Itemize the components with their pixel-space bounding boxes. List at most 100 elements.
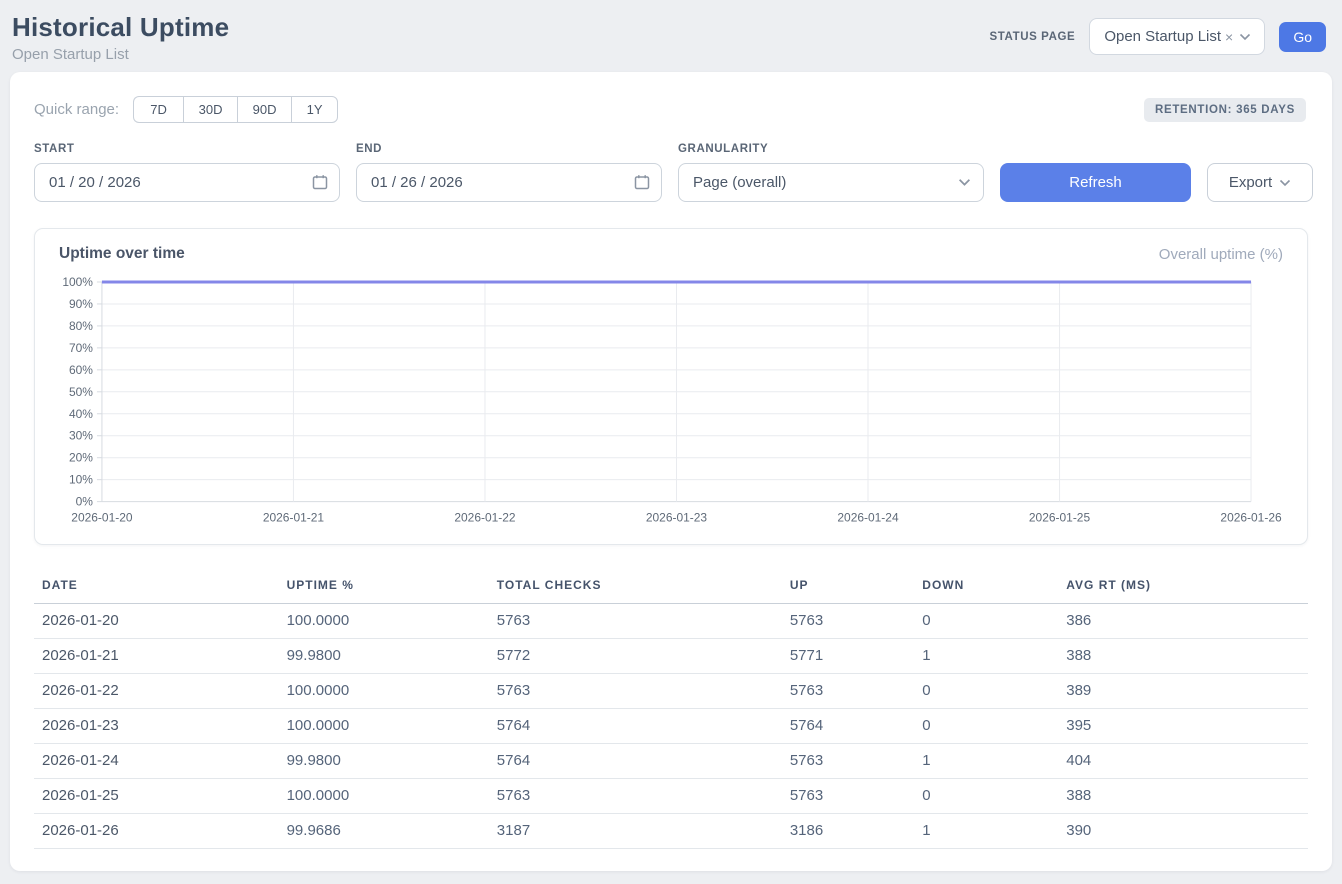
start-date-label: START	[34, 143, 340, 155]
table-row: 2026-01-22100.0000576357630389	[34, 673, 1308, 708]
table-header-row: DATEUPTIME %TOTAL CHECKSUPDOWNAVG RT (MS…	[34, 568, 1308, 604]
table-row: 2026-01-23100.0000576457640395	[34, 708, 1308, 743]
table-cell: 5764	[489, 708, 782, 743]
chevron-down-icon	[1239, 33, 1251, 41]
start-date-field-group: START	[34, 143, 340, 202]
quick-range-button-group: 7D30D90D1Y	[133, 96, 338, 123]
header-controls: STATUS PAGE Open Startup List × Go	[989, 18, 1326, 55]
page-header: Historical Uptime Open Startup List STAT…	[0, 0, 1342, 72]
svg-text:2026-01-26: 2026-01-26	[1220, 511, 1282, 525]
svg-text:2026-01-20: 2026-01-20	[71, 511, 133, 525]
table-cell: 0	[914, 778, 1058, 813]
table-cell: 99.9800	[279, 638, 489, 673]
page-subtitle: Open Startup List	[12, 46, 229, 63]
quick-range-label: Quick range:	[34, 101, 119, 118]
table-cell: 100.0000	[279, 603, 489, 638]
table-cell: 5764	[489, 743, 782, 778]
svg-text:2026-01-24: 2026-01-24	[837, 511, 899, 525]
table-cell: 3186	[782, 813, 914, 848]
table-row: 2026-01-25100.0000576357630388	[34, 778, 1308, 813]
status-page-select[interactable]: Open Startup List ×	[1089, 18, 1265, 55]
table-cell: 1	[914, 743, 1058, 778]
svg-text:2026-01-25: 2026-01-25	[1029, 511, 1091, 525]
svg-text:90%: 90%	[69, 297, 93, 311]
retention-badge: RETENTION: 365 DAYS	[1144, 98, 1306, 122]
table-cell: 389	[1058, 673, 1308, 708]
uptime-chart-card: Uptime over time Overall uptime (%) 0%10…	[34, 228, 1308, 545]
table-cell: 2026-01-23	[34, 708, 279, 743]
export-button-label: Export	[1229, 174, 1272, 191]
svg-text:100%: 100%	[62, 275, 93, 289]
end-date-field-group: END	[356, 143, 662, 202]
table-body: 2026-01-20100.00005763576303862026-01-21…	[34, 603, 1308, 848]
table-row: 2026-01-2499.9800576457631404	[34, 743, 1308, 778]
table-cell: 1	[914, 638, 1058, 673]
table-cell: 5764	[782, 708, 914, 743]
quick-range-button-90d[interactable]: 90D	[237, 96, 291, 123]
svg-text:2026-01-22: 2026-01-22	[454, 511, 516, 525]
table-cell: 5763	[782, 743, 914, 778]
chart-title: Uptime over time	[59, 245, 185, 263]
calendar-icon[interactable]	[312, 174, 328, 190]
granularity-field-group: GRANULARITY Page (overall)	[678, 143, 984, 202]
svg-text:50%: 50%	[69, 385, 93, 399]
refresh-button[interactable]: Refresh	[1000, 163, 1191, 202]
uptime-chart: 0%10%20%30%40%50%60%70%80%90%100%2026-01…	[59, 273, 1283, 534]
svg-text:10%: 10%	[69, 473, 93, 487]
table-cell: 2026-01-24	[34, 743, 279, 778]
table-column-header: DATE	[34, 568, 279, 604]
table-column-header: AVG RT (MS)	[1058, 568, 1308, 604]
quick-range-button-30d[interactable]: 30D	[183, 96, 237, 123]
table-cell: 2026-01-21	[34, 638, 279, 673]
table-cell: 0	[914, 603, 1058, 638]
granularity-selected-value: Page (overall)	[693, 174, 786, 191]
table-cell: 2026-01-22	[34, 673, 279, 708]
table-cell: 395	[1058, 708, 1308, 743]
end-date-label: END	[356, 143, 662, 155]
table-cell: 5771	[782, 638, 914, 673]
table-cell: 5763	[782, 673, 914, 708]
svg-text:40%: 40%	[69, 407, 93, 421]
export-button[interactable]: Export	[1207, 163, 1313, 202]
table-cell: 100.0000	[279, 673, 489, 708]
table-column-header: TOTAL CHECKS	[489, 568, 782, 604]
table-cell: 0	[914, 673, 1058, 708]
end-date-input[interactable]	[356, 163, 662, 202]
table-cell: 5772	[489, 638, 782, 673]
title-block: Historical Uptime Open Startup List	[12, 12, 229, 63]
clear-selection-icon[interactable]: ×	[1225, 29, 1233, 45]
go-button[interactable]: Go	[1279, 22, 1326, 52]
table-column-header: UP	[782, 568, 914, 604]
table-cell: 0	[914, 708, 1058, 743]
quick-range-row: Quick range: 7D30D90D1Y RETENTION: 365 D…	[34, 96, 1308, 123]
start-date-input[interactable]	[34, 163, 340, 202]
svg-text:0%: 0%	[76, 495, 94, 509]
uptime-table: DATEUPTIME %TOTAL CHECKSUPDOWNAVG RT (MS…	[34, 568, 1308, 849]
table-column-header: UPTIME %	[279, 568, 489, 604]
table-cell: 99.9800	[279, 743, 489, 778]
table-cell: 386	[1058, 603, 1308, 638]
svg-text:70%: 70%	[69, 341, 93, 355]
table-cell: 5763	[782, 778, 914, 813]
table-cell: 5763	[489, 603, 782, 638]
table-cell: 5763	[489, 778, 782, 813]
table-cell: 100.0000	[279, 708, 489, 743]
calendar-icon[interactable]	[634, 174, 650, 190]
table-row: 2026-01-2699.9686318731861390	[34, 813, 1308, 848]
table-cell: 388	[1058, 778, 1308, 813]
page-title: Historical Uptime	[12, 12, 229, 43]
quick-range-button-7d[interactable]: 7D	[133, 96, 183, 123]
table-cell: 2026-01-26	[34, 813, 279, 848]
quick-range-button-1y[interactable]: 1Y	[291, 96, 338, 123]
table-column-header: DOWN	[914, 568, 1058, 604]
granularity-select[interactable]: Page (overall)	[678, 163, 984, 202]
table-cell: 390	[1058, 813, 1308, 848]
filters-row: START END GRANULARIT	[34, 143, 1308, 202]
table-cell: 3187	[489, 813, 782, 848]
svg-text:2026-01-23: 2026-01-23	[646, 511, 708, 525]
chevron-down-icon	[958, 178, 971, 187]
svg-text:80%: 80%	[69, 319, 93, 333]
table-cell: 404	[1058, 743, 1308, 778]
table-row: 2026-01-20100.0000576357630386	[34, 603, 1308, 638]
table-cell: 99.9686	[279, 813, 489, 848]
